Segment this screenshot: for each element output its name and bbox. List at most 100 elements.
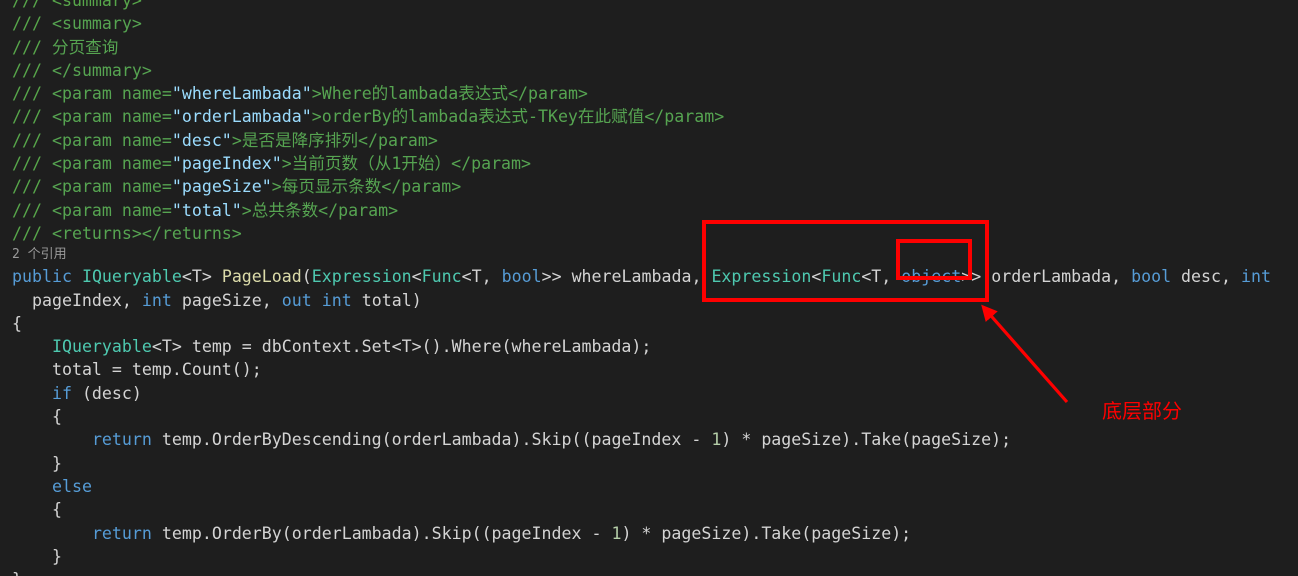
code-line-param-orderlambada[interactable]: /// <param name="orderLambada">orderBy的l… bbox=[0, 105, 1298, 128]
code-line-partial-top[interactable]: /// <summary> bbox=[0, 0, 1298, 12]
type-iqueryable: IQueryable bbox=[81, 267, 182, 287]
code-line-method-body-close[interactable]: } bbox=[0, 568, 1298, 576]
doc-attr-value: "pageSize" bbox=[171, 177, 272, 197]
param-pageindex: pageIndex, bbox=[31, 290, 142, 310]
code-line-else-block-close[interactable]: } bbox=[0, 545, 1298, 568]
angle-open-1: < bbox=[411, 267, 422, 287]
doc-tag-gt: > bbox=[311, 107, 322, 127]
code-editor-surface[interactable]: /// <summary> /// <summary> /// 分页查询 ///… bbox=[0, 0, 1298, 576]
doc-text: 是否是降序排列 bbox=[241, 130, 358, 150]
angle-close-1: >> bbox=[541, 267, 572, 287]
doc-text: Where的lambada表达式 bbox=[321, 84, 508, 104]
codelens-reference-count[interactable]: 2 个引用 bbox=[0, 245, 1298, 265]
code-line-return-descending[interactable]: return temp.OrderByDescending(orderLamba… bbox=[0, 428, 1298, 451]
doc-text: 分页查询 bbox=[41, 37, 119, 57]
param-wherelambada: whereLambada, bbox=[571, 267, 712, 287]
doc-tag-gt: > bbox=[231, 130, 242, 150]
code-line-if-block-close[interactable]: } bbox=[0, 452, 1298, 475]
brace-close: } bbox=[51, 546, 62, 566]
angle-close-2: >> bbox=[961, 267, 992, 287]
doc-text: 当前页数（从1开始） bbox=[291, 154, 452, 174]
doc-text: 每页显示条数 bbox=[281, 177, 382, 197]
code-line-summary-close[interactable]: /// </summary> bbox=[0, 59, 1298, 82]
doc-tag-close: </param> bbox=[508, 84, 588, 104]
doc-tag-open: <param name= bbox=[41, 200, 172, 220]
doc-comment-slashes: /// bbox=[12, 177, 42, 197]
doc-comment-slashes: /// <summary> bbox=[12, 0, 142, 10]
doc-tag-close: </param> bbox=[644, 107, 725, 127]
code-line-method-signature-wrapped[interactable]: pageIndex, int pageSize, out int total) bbox=[0, 289, 1298, 312]
code-line-param-pageindex[interactable]: /// <param name="pageIndex">当前页数（从1开始）</… bbox=[0, 152, 1298, 175]
code-line-param-pagesize[interactable]: /// <param name="pageSize">每页显示条数</param… bbox=[0, 175, 1298, 198]
code-line-return-ascending[interactable]: return temp.OrderBy(orderLambada).Skip((… bbox=[0, 522, 1298, 545]
code-line-method-signature[interactable]: public IQueryable<T> PageLoad(Expression… bbox=[0, 265, 1298, 288]
param-pagesize: pageSize, bbox=[171, 290, 282, 310]
keyword-else: else bbox=[51, 476, 92, 496]
keyword-out: out bbox=[281, 290, 312, 310]
code-line-total-assignment[interactable]: total = temp.Count(); bbox=[0, 358, 1298, 381]
code-line-param-desc[interactable]: /// <param name="desc">是否是降序排列</param> bbox=[0, 129, 1298, 152]
param-total: total) bbox=[351, 290, 422, 310]
condition: (desc) bbox=[71, 383, 142, 403]
code-line-else[interactable]: else bbox=[0, 475, 1298, 498]
type-func-2: Func bbox=[821, 267, 862, 287]
doc-comment-slashes: /// bbox=[12, 60, 42, 80]
code-line-else-block-open[interactable]: { bbox=[0, 498, 1298, 521]
doc-attr-value: "pageIndex" bbox=[171, 154, 282, 174]
expression-part-a: temp.OrderBy(orderLambada).Skip((pageInd… bbox=[151, 523, 612, 543]
angle-open-2: < bbox=[811, 267, 822, 287]
code-line-method-body-open[interactable]: { bbox=[0, 312, 1298, 335]
type-func-1: Func bbox=[421, 267, 462, 287]
doc-text: 总共条数 bbox=[251, 200, 319, 220]
doc-text: orderBy的lambada表达式-TKey在此赋值 bbox=[321, 107, 645, 127]
code-line-param-wherelambada[interactable]: /// <param name="whereLambada">Where的lam… bbox=[0, 82, 1298, 105]
keyword-return: return bbox=[91, 430, 152, 450]
annotation-label: 底层部分 bbox=[1102, 399, 1182, 423]
code-lines-container: /// <summary> /// <summary> /// 分页查询 ///… bbox=[0, 0, 1298, 576]
type-expression-2: Expression bbox=[711, 267, 812, 287]
keyword-object: object bbox=[901, 267, 962, 287]
doc-tag-open: <param name= bbox=[41, 107, 172, 127]
brace-open: { bbox=[51, 407, 62, 427]
code-line-temp-assignment[interactable]: IQueryable<T> temp = dbContext.Set<T>().… bbox=[0, 335, 1298, 358]
doc-comment-slashes: /// bbox=[12, 14, 42, 34]
type-expression-1: Expression bbox=[311, 267, 412, 287]
paren-open: ( bbox=[301, 267, 312, 287]
keyword-return: return bbox=[91, 523, 152, 543]
keyword-int-2: int bbox=[141, 290, 172, 310]
generic-arg-t3: <T, bbox=[861, 267, 902, 287]
code-line-summary-text[interactable]: /// 分页查询 bbox=[0, 36, 1298, 59]
keyword-int-3: int bbox=[321, 290, 352, 310]
brace-open: { bbox=[12, 313, 22, 333]
generic-arg-t2: <T, bbox=[461, 267, 502, 287]
doc-tag-close: </param> bbox=[451, 154, 532, 174]
param-orderlambada: orderLambada, bbox=[991, 267, 1132, 287]
doc-tag: </summary> bbox=[41, 60, 152, 80]
doc-tag-open: <param name= bbox=[41, 177, 172, 197]
code-line-param-total[interactable]: /// <param name="total">总共条数</param> bbox=[0, 199, 1298, 222]
code-line-summary-open[interactable]: /// <summary> bbox=[0, 12, 1298, 35]
brace-close: } bbox=[51, 453, 62, 473]
doc-comment-slashes: /// bbox=[12, 84, 42, 104]
doc-tag-open: <param name= bbox=[41, 130, 172, 150]
doc-comment-slashes: /// bbox=[12, 37, 42, 57]
doc-tag: <returns></returns> bbox=[41, 223, 242, 243]
code-line-returns[interactable]: /// <returns></returns> bbox=[0, 222, 1298, 245]
expression: <T> temp = dbContext.Set<T>().Where(wher… bbox=[151, 337, 652, 357]
doc-tag-close: </param> bbox=[318, 200, 399, 220]
doc-comment-slashes: /// bbox=[12, 107, 42, 127]
expression: total = temp.Count(); bbox=[51, 360, 262, 380]
doc-tag-close: </param> bbox=[357, 130, 438, 150]
doc-comment-slashes: /// bbox=[12, 130, 42, 150]
